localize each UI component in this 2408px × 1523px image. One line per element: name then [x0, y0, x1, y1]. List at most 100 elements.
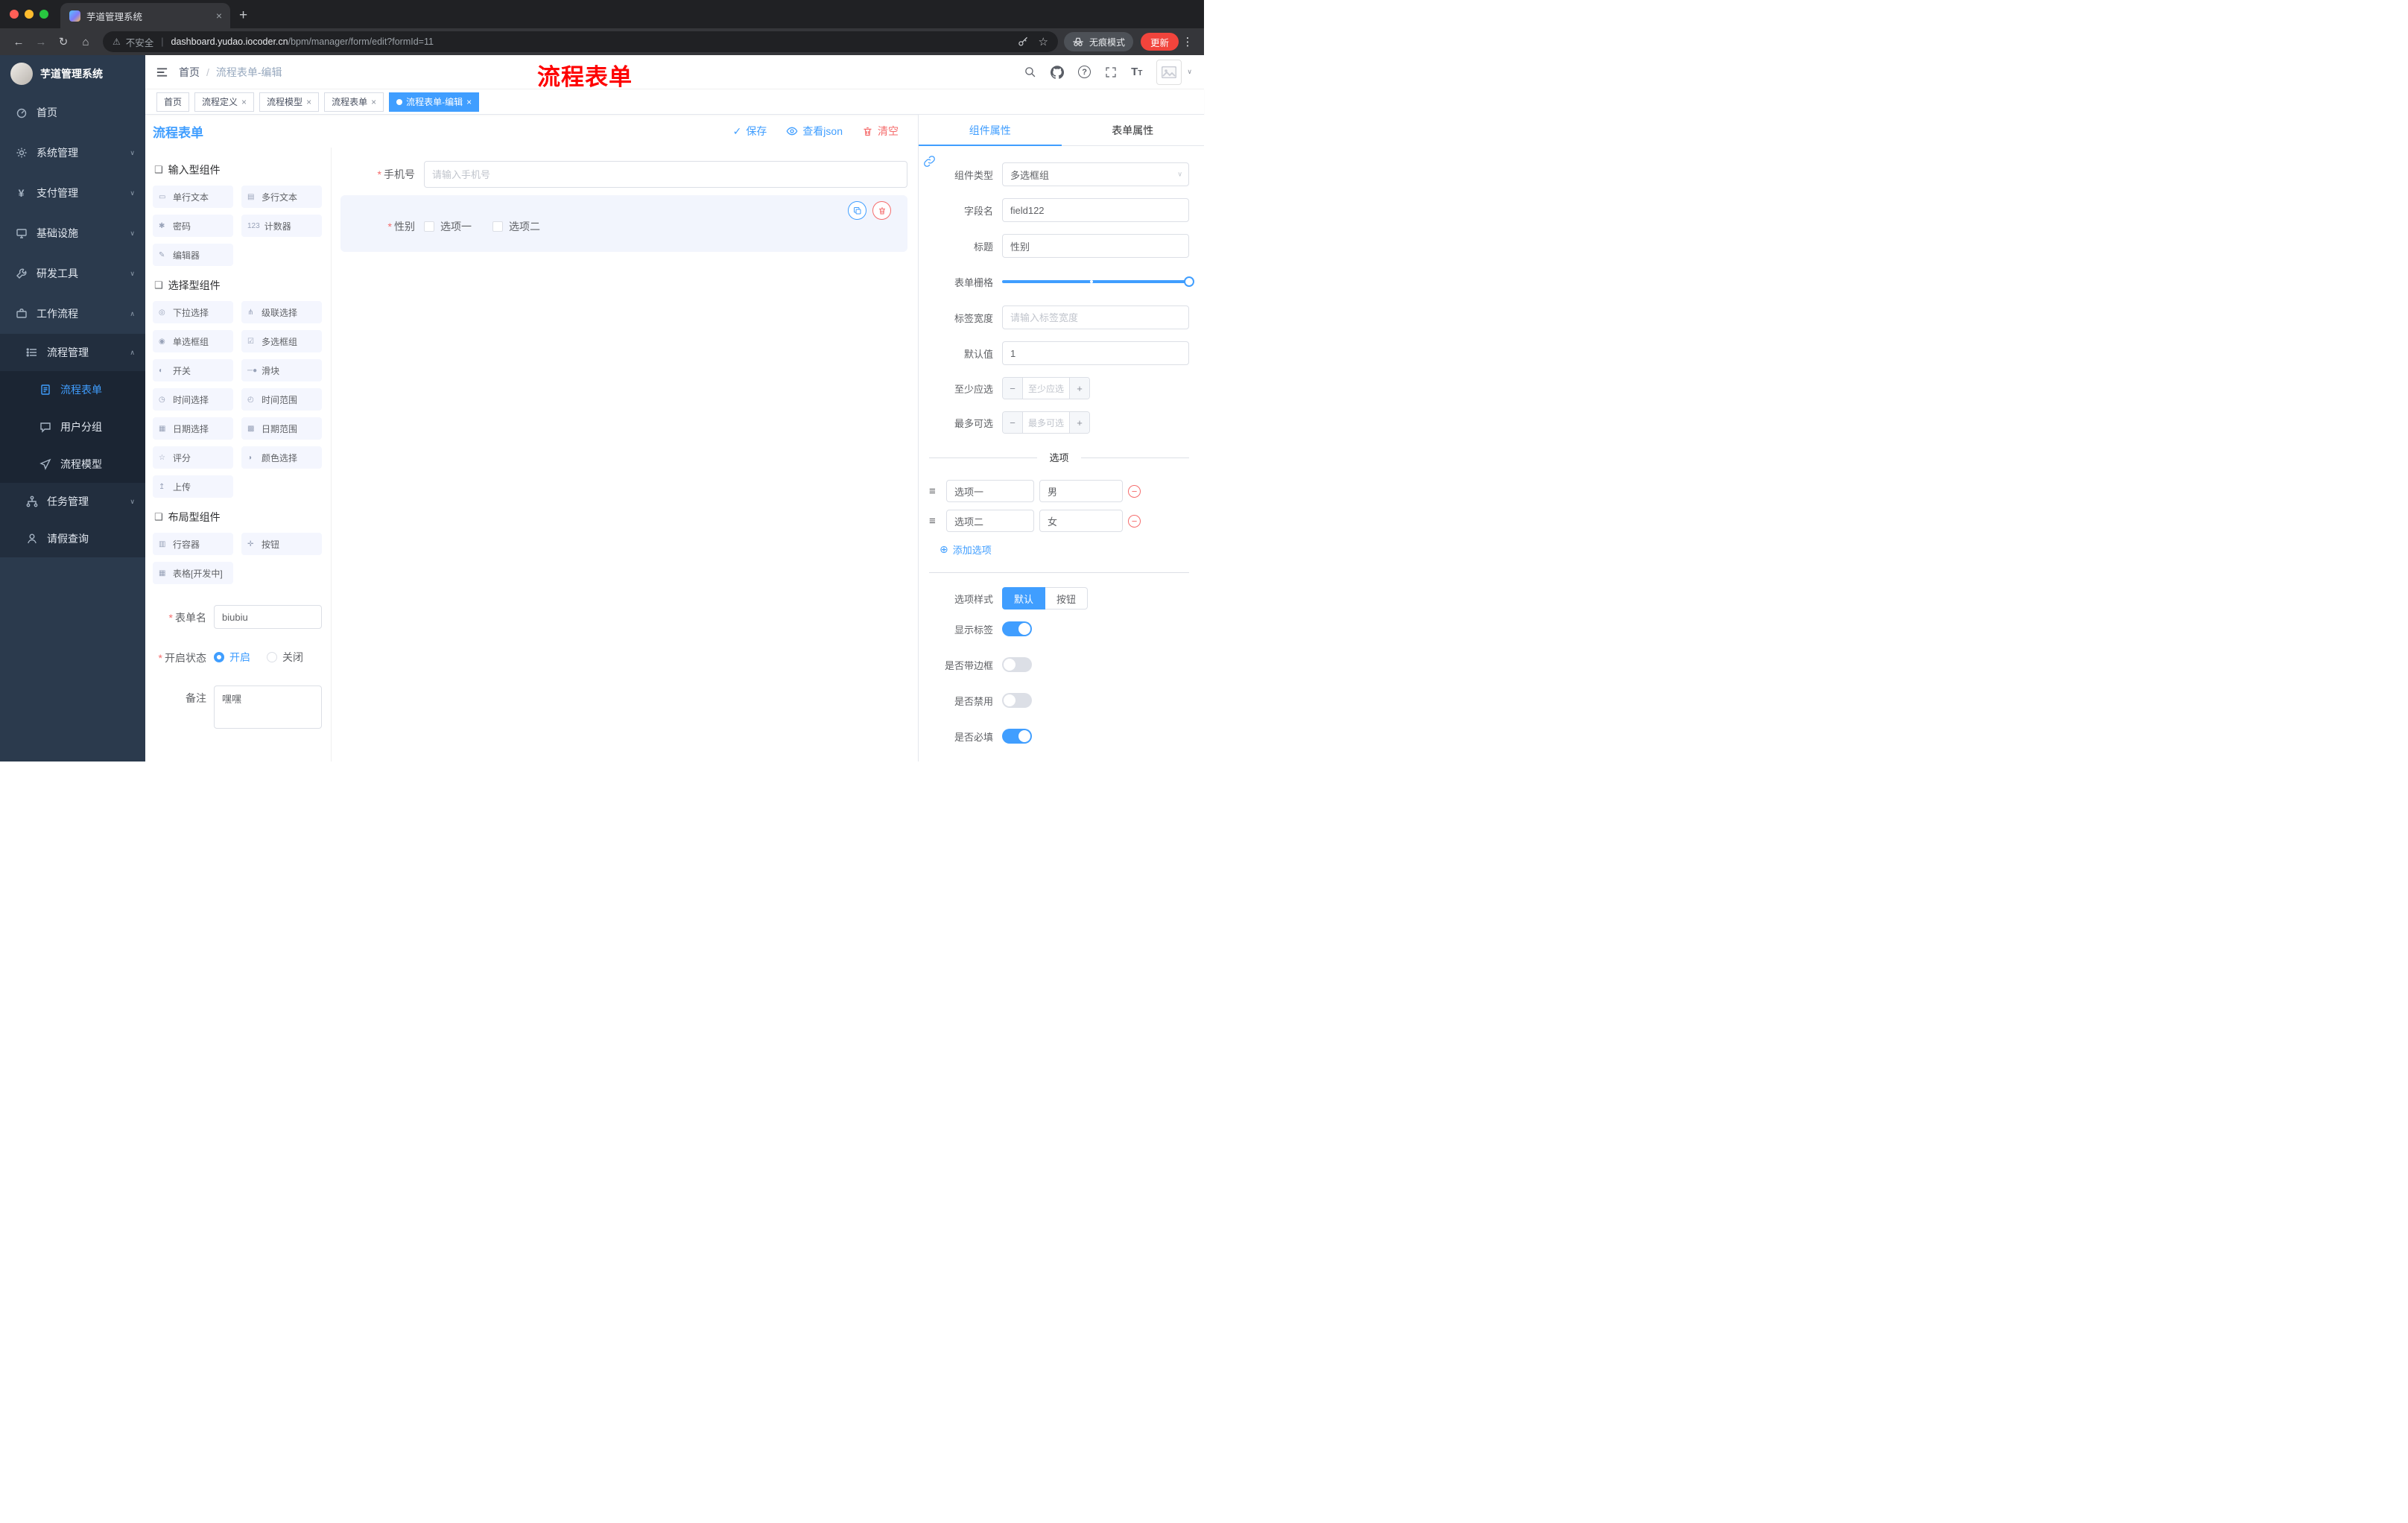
view-json-button[interactable]: 查看json — [786, 124, 843, 139]
add-option-button[interactable]: ⊕ 添加选项 — [940, 542, 1189, 557]
clear-button[interactable]: 清空 — [862, 124, 899, 139]
selected-widget-gender[interactable]: 性别 选项一 选项二 — [340, 195, 907, 252]
save-button[interactable]: ✓ 保存 — [733, 124, 767, 139]
palette-component-chip[interactable]: ◉ 单选框组 — [153, 330, 233, 352]
tag-process-form-edit[interactable]: 流程表单-编辑 × — [389, 92, 480, 112]
palette-component-chip[interactable]: ▭ 单行文本 — [153, 186, 233, 208]
increase-button[interactable]: + — [1069, 378, 1089, 399]
palette-component-chip[interactable]: ✎ 编辑器 — [153, 244, 233, 266]
sidebar-item-process-management[interactable]: 流程管理 ∧ — [0, 334, 145, 371]
required-switch[interactable] — [1002, 729, 1032, 744]
status-off-radio[interactable]: 关闭 — [267, 650, 303, 665]
sidebar-logo[interactable]: 芋道管理系统 — [0, 55, 145, 92]
password-key-icon[interactable] — [1018, 37, 1029, 48]
sidebar-item-system[interactable]: 系统管理 ∨ — [0, 133, 145, 173]
close-icon[interactable]: × — [306, 97, 311, 107]
palette-component-chip[interactable]: ◑ 颜色选择 — [241, 446, 322, 469]
bookmark-star-icon[interactable]: ☆ — [1039, 35, 1048, 48]
sidebar-item-process-form[interactable]: 流程表单 — [0, 371, 145, 408]
palette-component-chip[interactable]: ◎ 下拉选择 — [153, 301, 233, 323]
option-value-input[interactable] — [1039, 510, 1123, 532]
style-default-button[interactable]: 默认 — [1002, 587, 1046, 609]
browser-update-button[interactable]: 更新 — [1140, 33, 1179, 51]
close-icon[interactable]: × — [371, 97, 376, 107]
palette-component-chip[interactable]: ◷ 时间选择 — [153, 388, 233, 411]
form-name-input[interactable] — [214, 605, 322, 629]
status-on-radio[interactable]: 开启 — [214, 650, 250, 665]
sidebar-item-task-management[interactable]: 任务管理 ∨ — [0, 483, 145, 520]
address-bar[interactable]: ⚠ 不安全 | dashboard.yudao.iocoder.cn/bpm/m… — [103, 31, 1058, 52]
form-grid-slider[interactable] — [1002, 270, 1194, 294]
decrease-button[interactable]: − — [1003, 412, 1023, 433]
new-tab-button[interactable]: + — [239, 8, 247, 22]
remove-option-button[interactable]: − — [1128, 514, 1141, 528]
tag-home[interactable]: 首页 — [156, 92, 190, 112]
palette-component-chip[interactable]: 123 计数器 — [241, 215, 322, 237]
palette-component-chip[interactable]: ✱ 密码 — [153, 215, 233, 237]
sidebar-item-infrastructure[interactable]: 基础设施 ∨ — [0, 213, 145, 253]
copy-widget-button[interactable] — [848, 201, 866, 220]
increase-button[interactable]: + — [1069, 412, 1089, 433]
palette-component-chip[interactable]: ☑ 多选框组 — [241, 330, 322, 352]
palette-component-chip[interactable]: ▩ 日期范围 — [241, 417, 322, 440]
tag-process-form[interactable]: 流程表单 × — [324, 92, 384, 112]
sidebar-item-user-groups[interactable]: 用户分组 — [0, 408, 145, 446]
search-icon[interactable] — [1024, 66, 1036, 78]
window-close-button[interactable] — [10, 10, 19, 19]
option-label-input[interactable] — [946, 510, 1034, 532]
avatar[interactable] — [1156, 59, 1182, 85]
close-icon[interactable]: × — [466, 97, 472, 107]
default-value-input[interactable] — [1002, 341, 1189, 365]
palette-component-chip[interactable]: ▦ 日期选择 — [153, 417, 233, 440]
palette-component-chip[interactable]: ─● 滑块 — [241, 359, 322, 381]
close-icon[interactable]: × — [241, 97, 247, 107]
window-zoom-button[interactable] — [39, 10, 48, 19]
gender-option-1-checkbox[interactable]: 选项一 — [424, 219, 472, 234]
sidebar-item-process-model[interactable]: 流程模型 — [0, 446, 145, 483]
palette-component-chip[interactable]: ↥ 上传 — [153, 475, 233, 498]
tag-process-definition[interactable]: 流程定义 × — [194, 92, 255, 112]
tab-component-props[interactable]: 组件属性 — [919, 115, 1062, 146]
stepper-value[interactable]: 最多可选 — [1023, 412, 1069, 433]
forward-button[interactable]: → — [30, 36, 52, 48]
sidebar-item-home[interactable]: 首页 — [0, 92, 145, 133]
phone-input[interactable] — [424, 161, 907, 188]
sidebar-item-leave-query[interactable]: 请假查询 — [0, 520, 145, 557]
palette-component-chip[interactable]: ◐ 开关 — [153, 359, 233, 381]
sidebar-item-payment[interactable]: ¥ 支付管理 ∨ — [0, 173, 145, 213]
palette-component-chip[interactable]: ◴ 时间范围 — [241, 388, 322, 411]
component-type-select[interactable]: 多选框组 ∨ — [1002, 162, 1189, 186]
drag-handle-icon[interactable]: ≡ — [929, 485, 941, 498]
palette-component-chip[interactable]: ▦ 表格[开发中] — [153, 562, 233, 584]
palette-component-chip[interactable]: ▥ 行容器 — [153, 533, 233, 555]
disabled-switch[interactable] — [1002, 693, 1032, 708]
remark-textarea[interactable]: 嘿嘿 — [214, 685, 322, 729]
gender-option-2-checkbox[interactable]: 选项二 — [492, 219, 540, 234]
breadcrumb-home[interactable]: 首页 — [179, 65, 200, 80]
browser-menu-icon[interactable]: ⋮ — [1179, 35, 1197, 48]
remove-option-button[interactable]: − — [1128, 484, 1141, 498]
link-icon[interactable] — [923, 155, 936, 168]
border-switch[interactable] — [1002, 657, 1032, 672]
sidebar-fold-icon[interactable] — [156, 66, 168, 78]
help-icon[interactable]: ? — [1078, 66, 1091, 78]
stepper-value[interactable]: 至少应选 — [1023, 378, 1069, 399]
drag-handle-icon[interactable]: ≡ — [929, 515, 941, 528]
security-warning-icon[interactable]: ⚠ — [113, 37, 121, 47]
home-button[interactable]: ⌂ — [75, 36, 97, 48]
palette-component-chip[interactable]: ⋔ 级联选择 — [241, 301, 322, 323]
tag-process-model[interactable]: 流程模型 × — [259, 92, 320, 112]
slider-handle[interactable] — [1184, 276, 1194, 287]
reload-button[interactable]: ↻ — [52, 35, 75, 48]
tab-form-props[interactable]: 表单属性 — [1062, 115, 1205, 145]
palette-component-chip[interactable]: ▤ 多行文本 — [241, 186, 322, 208]
option-label-input[interactable] — [946, 480, 1034, 502]
fullscreen-icon[interactable] — [1105, 66, 1117, 78]
sidebar-item-dev-tools[interactable]: 研发工具 ∨ — [0, 253, 145, 294]
delete-widget-button[interactable] — [872, 201, 891, 220]
palette-component-chip[interactable]: ✛ 按钮 — [241, 533, 322, 555]
tab-close-icon[interactable]: × — [214, 10, 224, 22]
option-value-input[interactable] — [1039, 480, 1123, 502]
github-icon[interactable] — [1051, 65, 1065, 79]
window-minimize-button[interactable] — [25, 10, 34, 19]
